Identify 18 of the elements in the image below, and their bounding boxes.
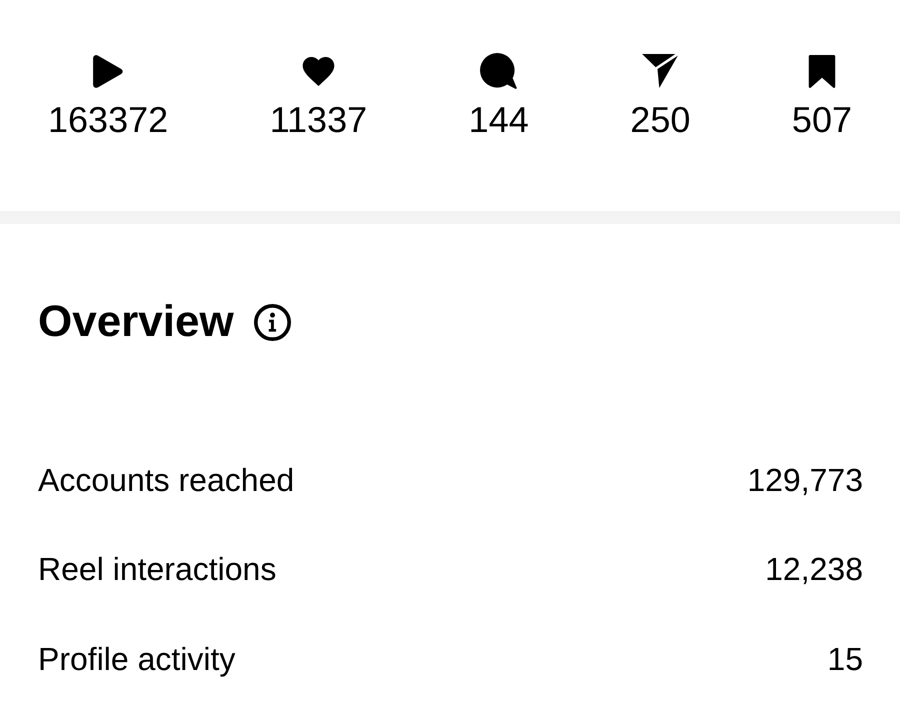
metric-label: Reel interactions	[38, 550, 276, 588]
stat-count: 507	[792, 100, 852, 140]
info-icon[interactable]	[254, 304, 291, 340]
heart-icon	[302, 56, 335, 86]
metric-value: 129,773	[747, 460, 863, 499]
metric-label: Accounts reached	[38, 460, 294, 499]
section-title: Overview	[38, 297, 234, 347]
paper-plane-icon	[642, 54, 678, 88]
speech-bubble-icon	[480, 53, 518, 89]
stat-count: 144	[468, 100, 529, 140]
metric-value: 15	[827, 640, 863, 678]
metric-label: Profile activity	[38, 640, 236, 678]
metric-value: 12,238	[765, 550, 863, 588]
play-icon	[93, 54, 124, 88]
stat-count: 11337	[270, 100, 368, 140]
stat-count: 250	[630, 100, 690, 140]
stat-count: 163372	[48, 100, 168, 140]
bookmark-icon	[806, 54, 837, 88]
